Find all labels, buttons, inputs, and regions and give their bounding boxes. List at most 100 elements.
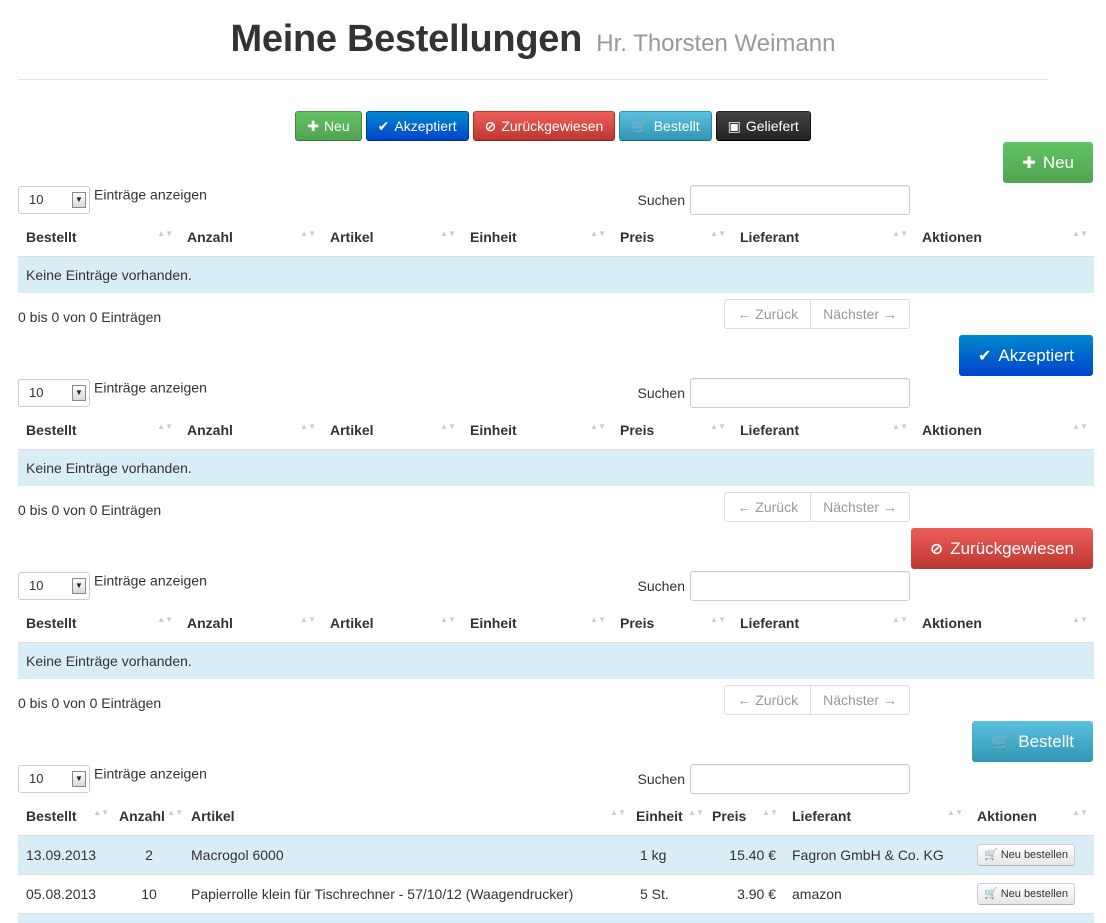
filter-bestellt-button[interactable]: 🛒 Bestellt	[619, 111, 712, 141]
section-button-label: Zurückgewiesen	[950, 539, 1074, 558]
column-header-artikel[interactable]: Artikel ▲▼	[183, 798, 632, 836]
cell-einheit: 5 St.	[632, 873, 704, 913]
search-label: Suchen	[637, 385, 685, 401]
filter-akzeptiert-button[interactable]: ✔ Akzeptiert	[365, 111, 469, 141]
entries-per-page-select[interactable]: 10 ▼	[18, 379, 90, 407]
section-button-label: Akzeptiert	[998, 346, 1074, 365]
sort-icon: ▲▼	[1072, 808, 1088, 817]
check-icon: ✔	[377, 118, 390, 134]
cell-preis: 3.90 €	[704, 873, 784, 913]
column-header-einheit[interactable]: Einheit ▲▼	[462, 219, 612, 257]
column-header-anzahl[interactable]: Anzahl ▲▼	[115, 798, 183, 836]
column-header-einheit[interactable]: Einheit ▲▼	[632, 798, 704, 836]
column-header-preis[interactable]: Preis ▲▼	[612, 412, 732, 450]
sort-icon: ▲▼	[710, 615, 726, 624]
column-header-bestellt[interactable]: Bestellt ▲▼	[18, 798, 115, 836]
sort-icon: ▲▼	[157, 229, 173, 238]
column-header-aktionen[interactable]: Aktionen ▲▼	[914, 605, 1094, 643]
reorder-button[interactable]: 🛒 Neu bestellen	[977, 843, 1075, 866]
search-input[interactable]	[690, 764, 910, 794]
column-header-bestellt[interactable]: Bestellt ▲▼	[18, 605, 179, 643]
search-label: Suchen	[637, 578, 685, 594]
next-page-button[interactable]: Nächster →	[810, 686, 909, 714]
filter-zurueckgewiesen-button[interactable]: ⊘ Zurückgewiesen	[472, 111, 616, 141]
column-header-einheit[interactable]: Einheit ▲▼	[462, 605, 612, 643]
entries-per-page-select[interactable]: 10 ▼	[18, 765, 90, 793]
column-header-anzahl[interactable]: Anzahl ▲▼	[179, 605, 322, 643]
section-bestellt-button[interactable]: 🛒 Bestellt	[971, 720, 1094, 763]
prev-page-button[interactable]: ← Zurück	[725, 686, 810, 714]
column-header-bestellt[interactable]: Bestellt ▲▼	[18, 219, 179, 257]
column-header-preis[interactable]: Preis ▲▼	[704, 798, 784, 836]
search-input[interactable]	[690, 378, 910, 408]
user-name: Hr. Thorsten Weimann	[596, 30, 836, 57]
search-label: Suchen	[637, 192, 685, 208]
search-input[interactable]	[690, 571, 910, 601]
length-label: Einträge anzeigen	[94, 572, 207, 589]
column-header-artikel[interactable]: Artikel ▲▼	[322, 605, 462, 643]
pagination: ← Zurück Nächster →	[724, 299, 910, 329]
column-header-aktionen[interactable]: Aktionen ▲▼	[914, 219, 1094, 257]
section-akzeptiert-button[interactable]: ✔ Akzeptiert	[958, 334, 1094, 377]
select-value: 10	[29, 385, 44, 400]
filter-label: Zurückgewiesen	[501, 118, 604, 134]
search-control: Suchen	[638, 185, 910, 215]
prev-page-button[interactable]: ← Zurück	[725, 300, 810, 328]
filter-neu-button[interactable]: ✚ Neu	[295, 111, 362, 141]
column-header-lieferant[interactable]: Lieferant ▲▼	[732, 219, 914, 257]
next-page-button[interactable]: Nächster →	[810, 493, 909, 521]
sort-icon: ▲▼	[1072, 615, 1088, 624]
ban-icon: ⊘	[484, 118, 497, 134]
length-label: Einträge anzeigen	[94, 186, 207, 203]
cell-anzahl: 10	[115, 873, 183, 913]
dropdown-arrow-icon: ▼	[72, 771, 86, 787]
section-zurueckgewiesen: ⊘ Zurückgewiesen 10 ▼ Einträge anzeigen Suc…	[18, 527, 1094, 720]
check-icon: ✔	[978, 348, 992, 365]
prev-page-button[interactable]: ← Zurück	[725, 493, 810, 521]
status-filter-bar: ✚ Neu ✔ Akzeptiert ⊘ Zurückgewiesen 🛒 Bestel…	[0, 111, 1106, 141]
section-zurueckgewiesen-button[interactable]: ⊘ Zurückgewiesen	[909, 527, 1094, 570]
column-header-lieferant[interactable]: Lieferant ▲▼	[732, 412, 914, 450]
column-header-anzahl[interactable]: Anzahl ▲▼	[179, 219, 322, 257]
column-header-preis[interactable]: Preis ▲▼	[612, 219, 732, 257]
column-header-lieferant[interactable]: Lieferant ▲▼	[732, 605, 914, 643]
search-control: Suchen	[638, 764, 910, 794]
entries-per-page-select[interactable]: 10 ▼	[18, 572, 90, 600]
reorder-label: Neu bestellen	[1000, 848, 1068, 861]
inbox-icon: ▣	[727, 118, 741, 134]
column-header-artikel[interactable]: Artikel ▲▼	[322, 219, 462, 257]
table-header-row: Bestellt ▲▼ Anzahl ▲▼ Artikel ▲▼ Einheit ▲▼ …	[18, 219, 1094, 257]
column-header-artikel[interactable]: Artikel ▲▼	[322, 412, 462, 450]
orders-table-akzeptiert: Bestellt ▲▼ Anzahl ▲▼ Artikel ▲▼ Einheit ▲▼ …	[18, 412, 1094, 486]
column-header-aktionen[interactable]: Aktionen ▲▼	[914, 412, 1094, 450]
search-input[interactable]	[690, 185, 910, 215]
section-akzeptiert: ✔ Akzeptiert 10 ▼ Einträge anzeigen Suchen …	[18, 334, 1094, 527]
empty-message: Keine Einträge vorhanden.	[18, 449, 1094, 486]
column-header-einheit[interactable]: Einheit ▲▼	[462, 412, 612, 450]
column-header-aktionen[interactable]: Aktionen ▲▼	[969, 798, 1094, 836]
next-page-button[interactable]: Nächster →	[810, 300, 909, 328]
orders-table-neu: Bestellt ▲▼ Anzahl ▲▼ Artikel ▲▼ Einheit ▲▼ …	[18, 219, 1094, 293]
shopping-cart-icon: 🛒	[984, 887, 998, 900]
dropdown-arrow-icon: ▼	[72, 578, 86, 594]
entries-per-page-select[interactable]: 10 ▼	[18, 186, 90, 214]
column-header-preis[interactable]: Preis ▲▼	[612, 605, 732, 643]
select-value: 10	[29, 578, 44, 593]
length-label: Einträge anzeigen	[94, 379, 207, 396]
sort-icon: ▲▼	[440, 229, 456, 238]
column-header-bestellt[interactable]: Bestellt ▲▼	[18, 412, 179, 450]
filter-label: Neu	[323, 118, 350, 134]
filter-geliefert-button[interactable]: ▣ Geliefert	[715, 111, 811, 141]
reorder-label: Neu bestellen	[1000, 887, 1068, 900]
reorder-button[interactable]: 🛒 Neu bestellen	[977, 882, 1075, 905]
orders-table-zurueckgewiesen: Bestellt ▲▼ Anzahl ▲▼ Artikel ▲▼ Einheit ▲▼ …	[18, 605, 1094, 679]
shopping-cart-icon: 🛒	[631, 118, 649, 134]
sort-icon: ▲▼	[590, 422, 606, 431]
column-header-lieferant[interactable]: Lieferant ▲▼	[784, 798, 969, 836]
column-header-anzahl[interactable]: Anzahl ▲▼	[179, 412, 322, 450]
section-neu-button[interactable]: ✚ Neu	[1002, 141, 1094, 184]
page-header: Meine Bestellungen Hr. Thorsten Weimann	[18, 0, 1048, 80]
page-title: Meine Bestellungen Hr. Thorsten Weimann	[18, 0, 1048, 61]
sort-icon: ▲▼	[892, 422, 908, 431]
length-label: Einträge anzeigen	[94, 765, 207, 782]
